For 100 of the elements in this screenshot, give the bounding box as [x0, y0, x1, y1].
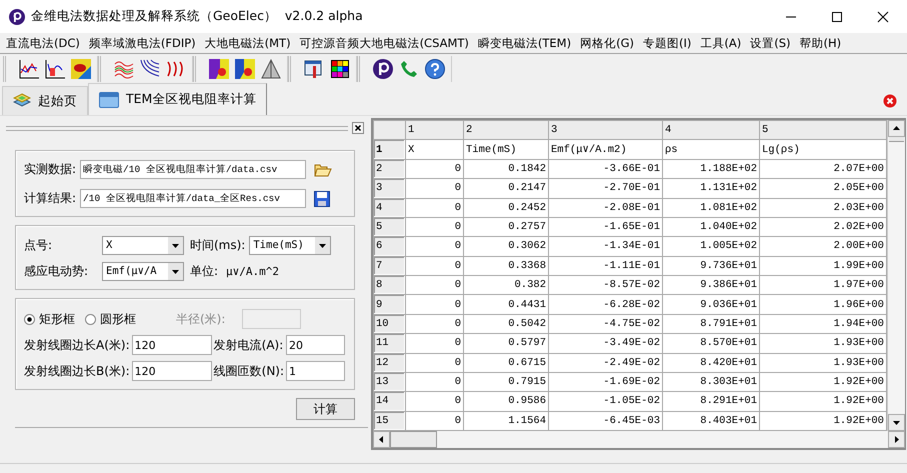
- table-cell: 0: [406, 236, 464, 256]
- field-label: 发射线圈边长B(米):: [24, 362, 130, 380]
- row-header[interactable]: 1: [374, 140, 406, 160]
- scroll-up-icon[interactable]: [888, 120, 905, 137]
- row-header[interactable]: 11: [374, 334, 406, 353]
- folder-icon[interactable]: [314, 162, 332, 178]
- table-cell: 1.131E+02: [662, 178, 760, 198]
- table-cell: 1.005E+02: [662, 236, 760, 256]
- dropdown[interactable]: Emf(μ∨/A: [102, 262, 184, 281]
- line-chart-icon[interactable]: [18, 58, 40, 80]
- curve-chart-icon[interactable]: [44, 58, 66, 80]
- table-cell: 0: [406, 217, 464, 237]
- scroll-left-icon[interactable]: [373, 431, 390, 448]
- table-cell: 1.93E+00: [760, 334, 886, 353]
- row-header[interactable]: 13: [374, 372, 406, 392]
- calculate-button[interactable]: 计算: [296, 398, 355, 420]
- tab[interactable]: 起始页: [2, 86, 88, 115]
- row-header[interactable]: 5: [374, 217, 406, 237]
- horizontal-scrollbar[interactable]: [373, 431, 905, 448]
- row-header[interactable]: 8: [374, 276, 406, 295]
- column-header[interactable]: 5: [760, 120, 886, 140]
- input-field[interactable]: 120: [132, 361, 212, 381]
- help-icon[interactable]: [424, 58, 446, 80]
- menu-item[interactable]: 帮助(H): [799, 36, 842, 50]
- table-cell: 0.4431: [464, 294, 548, 314]
- menu-item[interactable]: 大地电磁法(MT): [204, 36, 291, 50]
- app-logo-icon: [9, 8, 25, 24]
- table-cell: X: [406, 140, 464, 160]
- close-icon[interactable]: [877, 10, 889, 22]
- input-field[interactable]: 1: [286, 361, 346, 381]
- dropdown[interactable]: Time(mS): [249, 236, 332, 255]
- table-cell: 0.3368: [464, 256, 548, 276]
- vertical-scrollbar[interactable]: [887, 120, 905, 431]
- scroll-right-icon[interactable]: [888, 431, 905, 448]
- table-cell: -3.66E-01: [548, 159, 662, 179]
- table-cell: 2.07E+00: [760, 159, 886, 179]
- table-cell: 0.382: [464, 276, 548, 295]
- column-header[interactable]: 4: [662, 120, 760, 140]
- maximize-icon[interactable]: [831, 10, 843, 22]
- dropdown[interactable]: X: [102, 236, 184, 255]
- row-header[interactable]: 2: [374, 159, 406, 179]
- column-header[interactable]: 3: [548, 120, 662, 140]
- table-cell: 0.5797: [464, 334, 548, 353]
- logo-icon[interactable]: [372, 58, 394, 80]
- table-cell: 1.081E+02: [662, 198, 760, 218]
- radio-icon[interactable]: [24, 314, 35, 324]
- radio-icon[interactable]: [85, 314, 96, 324]
- radio-option[interactable]: 矩形框: [24, 310, 75, 328]
- table-cell: 1.92E+00: [760, 392, 886, 412]
- field-label: 实测数据:: [24, 161, 76, 178]
- color-map-icon[interactable]: [208, 58, 230, 80]
- row-header[interactable]: 10: [374, 314, 406, 334]
- row-header[interactable]: 15: [374, 411, 406, 430]
- row-header[interactable]: 7: [374, 256, 406, 276]
- table-cell: 0.7915: [464, 372, 548, 392]
- triangle-icon[interactable]: [260, 58, 282, 80]
- row-header[interactable]: 14: [374, 392, 406, 412]
- row-header[interactable]: 9: [374, 294, 406, 314]
- row-header[interactable]: 6: [374, 236, 406, 256]
- scroll-down-icon[interactable]: [888, 414, 905, 431]
- menu-item[interactable]: 工具(A): [700, 36, 742, 50]
- table-cell: 0.2452: [464, 198, 548, 218]
- menu-item[interactable]: 频率域激电法(FDIP): [88, 36, 196, 50]
- file-path-field[interactable]: /10 全区视电阻率计算/data_全区Res.csv: [80, 189, 306, 208]
- table-cell: 0: [406, 276, 464, 295]
- table-cell: -2.49E-02: [548, 353, 662, 372]
- menu-item[interactable]: 网格化(G): [580, 36, 634, 50]
- menu-item[interactable]: 设置(S): [750, 36, 790, 50]
- menu-item[interactable]: 瞬变电磁法(TEM): [478, 36, 572, 50]
- color-grid-icon[interactable]: [329, 58, 351, 80]
- scroll-thumb[interactable]: [390, 431, 437, 448]
- tab[interactable]: TEM全区视电阻率计算: [88, 83, 268, 115]
- field-label: 单位:: [190, 263, 218, 280]
- panel-close-button[interactable]: [352, 122, 364, 134]
- file-path-field[interactable]: 瞬变电磁/10 全区视电阻率计算/data.csv: [80, 160, 306, 179]
- save-icon[interactable]: [314, 190, 330, 206]
- table-cell: -6.28E-02: [548, 294, 662, 314]
- row-header[interactable]: 12: [374, 353, 406, 372]
- column-header[interactable]: 2: [464, 120, 548, 140]
- table-cell: -3.49E-02: [548, 334, 662, 353]
- window-icon: [99, 92, 119, 108]
- unit-value: μ∨/A.m^2: [226, 265, 280, 278]
- table-cell: 0: [406, 256, 464, 276]
- menu-item[interactable]: 直流电法(DC): [6, 36, 80, 50]
- menu-item[interactable]: 专题图(I): [642, 36, 692, 50]
- input-field[interactable]: 120: [132, 335, 212, 355]
- row-header[interactable]: 4: [374, 198, 406, 218]
- table-cell: 0: [406, 294, 464, 314]
- color-map-icon[interactable]: [234, 58, 256, 80]
- table-cell: -1.34E-01: [548, 236, 662, 256]
- input-field[interactable]: 20: [286, 335, 346, 355]
- row-header[interactable]: 3: [374, 178, 406, 198]
- table-cell: 0.5042: [464, 314, 548, 334]
- map-icon[interactable]: [70, 58, 92, 80]
- menu-item[interactable]: 可控源音频大地电磁法(CSAMT): [300, 36, 469, 50]
- column-header[interactable]: 1: [406, 120, 464, 140]
- radio-option[interactable]: 圆形框: [85, 310, 136, 328]
- scroll-thumb[interactable]: [889, 137, 904, 142]
- table-cell: 0.6715: [464, 353, 548, 372]
- table-cell: 1.040E+02: [662, 217, 760, 237]
